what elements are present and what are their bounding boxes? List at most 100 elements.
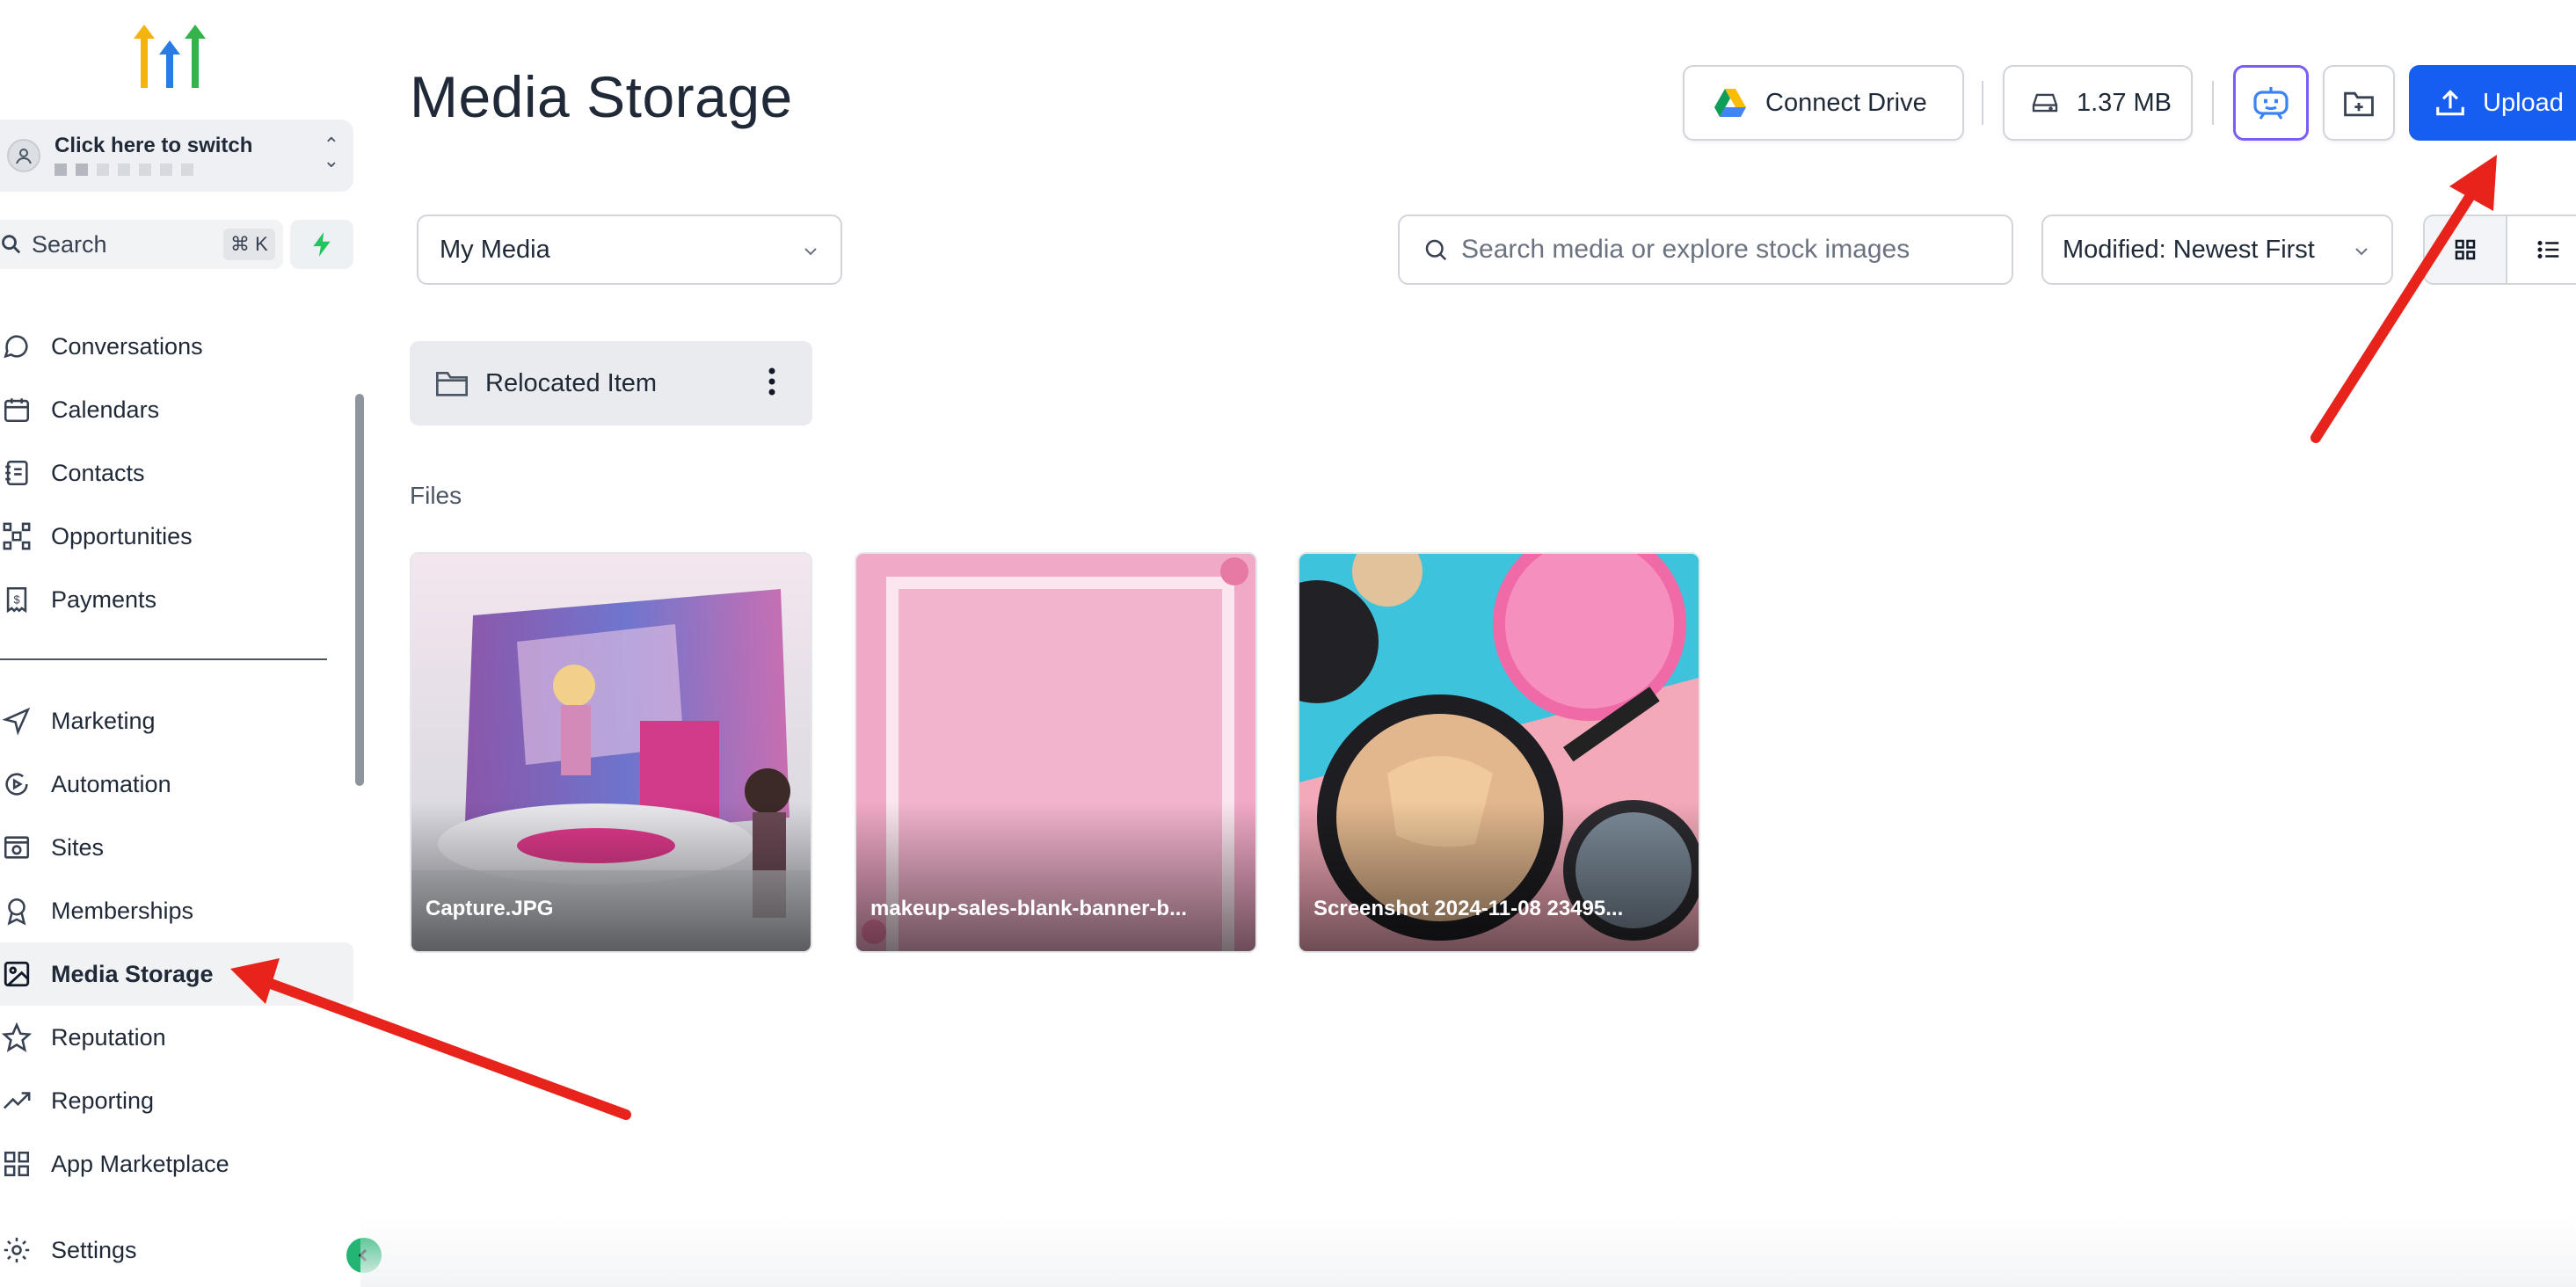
chevron-down-icon [2355,248,2368,256]
folder-plus-icon [2344,91,2374,117]
svg-text:$: $ [13,593,19,606]
contacts-book-icon [2,455,37,491]
sidebar-item-label: Settings [51,1236,137,1263]
list-view-icon [2537,241,2559,258]
app-logo-icon [134,25,206,88]
media-source-select[interactable]: My Media [417,214,842,285]
sidebar-item-label: Conversations [51,332,203,360]
more-options-icon[interactable] [767,364,777,399]
sidebar-search-label: Search [32,231,107,258]
upload-icon [2436,90,2464,116]
storage-usage-button[interactable]: 1.37 MB [2003,65,2193,141]
file-name: Screenshot 2024-11-08 23495... [1313,897,1624,920]
opportunities-icon [2,519,37,554]
grid-icon [2,1146,37,1182]
sidebar-search-row: Search ⌘ K [0,220,353,269]
upload-label: Upload [2483,88,2564,117]
app-logo[interactable] [132,21,207,91]
file-name: makeup-sales-blank-banner-b... [870,897,1188,920]
redacted-account-name [55,164,193,176]
sidebar-item-label: Contacts [51,459,145,486]
gear-icon [2,1232,37,1268]
sidebar-divider [0,658,327,660]
annotation-arrows [230,155,2497,1120]
star-icon [2,1020,37,1055]
grid-view-icon [2455,239,2476,260]
account-switcher[interactable]: Click here to switch ⌃ ⌄ [0,120,353,192]
sort-value: Modified: Newest First [2063,235,2315,264]
sidebar-item-marketing[interactable]: Marketing [0,689,353,753]
list-view-button[interactable] [2507,216,2576,283]
ai-assistant-button[interactable] [2233,65,2309,141]
calendar-icon [2,392,37,427]
sidebar-item-automation[interactable]: Automation [0,753,353,816]
chat-bubble-icon [2,329,37,364]
sidebar-item-app-marketplace[interactable]: App Marketplace [0,1132,353,1196]
payments-icon: $ [2,582,37,617]
lightning-bolt-icon [313,232,331,257]
robot-icon [2253,87,2289,120]
media-search-field[interactable] [1398,214,2013,285]
search-icon [2,235,21,254]
sidebar-item-label: Automation [51,770,171,797]
sidebar-item-memberships[interactable]: Memberships [0,879,353,942]
thumbnail-overlay [411,802,811,951]
sidebar-scrollbar[interactable] [355,394,364,786]
thumbnail-overlay [1299,802,1699,951]
upload-button[interactable]: Upload [2409,65,2576,141]
folder-card[interactable]: Relocated Item [410,341,812,425]
search-shortcut-badge: ⌘ K [223,229,275,260]
sidebar-search[interactable]: Search ⌘ K [0,220,283,269]
switcher-title: Click here to switch [55,134,253,157]
badge-icon [2,893,37,928]
toolbar-separator [1982,81,1983,125]
folder-name: Relocated Item [485,368,658,397]
new-folder-button[interactable] [2323,65,2395,141]
sidebar-item-label: Calendars [51,396,160,423]
page-title: Media Storage [410,64,793,129]
media-source-value: My Media [440,235,550,264]
sidebar-item-label: Sites [51,833,105,861]
connect-drive-button[interactable]: Connect Drive [1683,65,1964,141]
trend-up-icon [2,1083,37,1118]
search-icon [1425,239,1447,261]
sidebar-item-sites[interactable]: Sites [0,816,353,879]
folder-icon [436,372,468,396]
sidebar-item-calendars[interactable]: Calendars [0,378,353,441]
sidebar-item-reputation[interactable]: Reputation [0,1006,353,1069]
sidebar-item-label: Opportunities [51,522,193,549]
chevron-down-icon [804,248,817,256]
sidebar-item-label: Reputation [51,1023,166,1051]
sidebar-item-payments[interactable]: $ Payments [0,568,353,631]
sort-select[interactable]: Modified: Newest First [2041,214,2393,285]
sidebar-item-media-storage[interactable]: Media Storage [0,942,353,1006]
media-search-input[interactable] [1461,235,1971,265]
grid-view-button[interactable] [2425,216,2507,283]
file-card[interactable]: Screenshot 2024-11-08 23495... [1298,552,1700,953]
sidebar: Click here to switch ⌃ ⌄ Search ⌘ K Conve… [0,0,364,1287]
sidebar-item-label: Reporting [51,1087,155,1114]
storage-usage-label: 1.37 MB [2077,88,2172,117]
bottom-fade [360,1217,2576,1287]
sidebar-item-label: Payments [51,585,157,613]
automation-icon [2,767,37,802]
send-icon [2,703,37,738]
sidebar-item-contacts[interactable]: Contacts [0,441,353,505]
sites-icon [2,830,37,865]
sidebar-item-opportunities[interactable]: Opportunities [0,505,353,568]
sidebar-item-label: App Marketplace [51,1150,229,1177]
image-icon [2,956,37,992]
file-name: Capture.JPG [426,897,554,920]
files-section-label: Files [410,482,462,509]
arrow-to-upload [2310,155,2497,443]
quick-action-button[interactable] [290,220,353,269]
sidebar-item-conversations[interactable]: Conversations [0,315,353,378]
sidebar-item-label: Media Storage [51,960,214,987]
file-card[interactable]: Capture.JPG [410,552,812,953]
chevron-up-down-icon: ⌃ ⌄ [323,134,339,171]
sidebar-item-label: Marketing [51,707,156,734]
sidebar-item-settings[interactable]: Settings [0,1218,353,1282]
sidebar-item-reporting[interactable]: Reporting [0,1069,353,1132]
view-mode-toggle [2423,214,2576,285]
file-card[interactable]: makeup-sales-blank-banner-b... [855,552,1257,953]
